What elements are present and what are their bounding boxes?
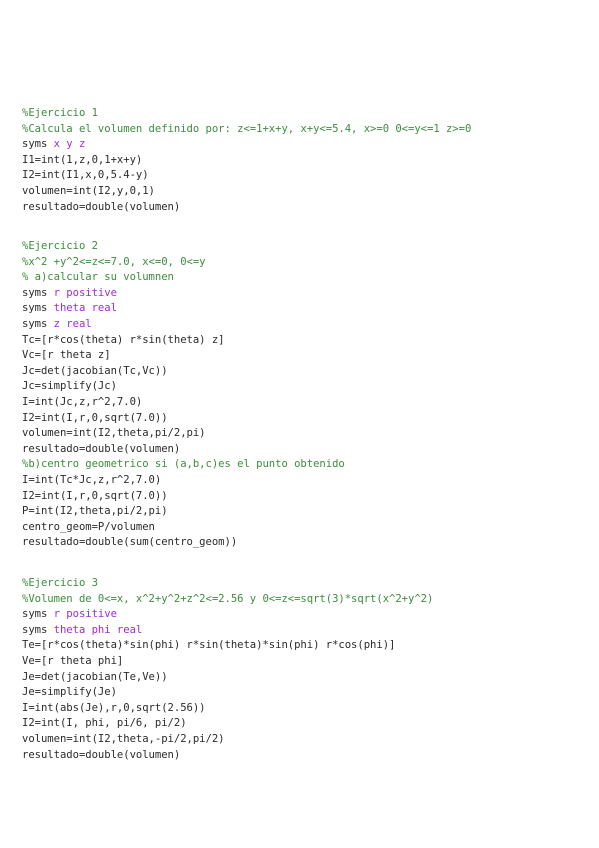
code-line: Te=[r*cos(theta)*sin(phi) r*sin(theta)*s…	[22, 638, 433, 654]
code-text: resultado=double(volumen)	[22, 748, 181, 761]
code-line: %Ejercicio 3	[22, 576, 433, 592]
code-line: % a)calcular su volumnen	[22, 270, 345, 286]
code-text: I2=int(I,r,0,sqrt(7.0))	[22, 411, 168, 424]
code-line: resultado=double(volumen)	[22, 748, 433, 764]
code-text: I2=int(I1,x,0,5.4-y)	[22, 169, 149, 182]
code-line: %x^2 +y^2<=z<=7.0, x<=0, 0<=y	[22, 255, 345, 271]
code-comment: %Calcula el volumen definido por: z<=1+x…	[22, 122, 472, 135]
code-text: Je=simplify(Je)	[22, 686, 117, 699]
code-text: I2=int(I,r,0,sqrt(7.0))	[22, 489, 168, 502]
code-line: %Ejercicio 1	[22, 106, 471, 122]
code-text: syms	[22, 138, 54, 151]
code-symbol: x y z	[53, 138, 86, 151]
code-text: P=int(I2,theta,pi/2,pi)	[22, 505, 168, 518]
code-line: syms theta real	[22, 301, 345, 317]
code-line: I2=int(I,r,0,sqrt(7.0))	[22, 489, 345, 505]
code-text: I2=int(I, phi, pi/6, pi/2)	[22, 717, 187, 730]
code-text: syms	[22, 317, 54, 330]
code-comment: %Ejercicio 2	[22, 240, 98, 252]
code-line: %b)centro geometrico si (a,b,c)es el pun…	[22, 457, 345, 473]
code-text: I=int(Jc,z,r^2,7.0)	[22, 395, 143, 408]
code-line: I2=int(I, phi, pi/6, pi/2)	[22, 716, 433, 732]
code-text: resultado=double(volumen)	[22, 200, 181, 213]
code-line: syms theta phi real	[22, 623, 433, 639]
code-line: Ve=[r theta phi]	[22, 654, 433, 670]
code-line: resultado=double(sum(centro_geom))	[22, 535, 345, 551]
code-text: Je=det(jacobian(Te,Ve))	[22, 670, 168, 683]
code-line: %Ejercicio 2	[22, 239, 345, 255]
code-text: syms	[22, 608, 54, 621]
code-line: Vc=[r theta z]	[22, 348, 345, 364]
code-line: P=int(I2,theta,pi/2,pi)	[22, 504, 345, 520]
code-text: Jc=det(jacobian(Tc,Vc))	[22, 364, 168, 377]
code-line: volumen=int(I2,y,0,1)	[22, 184, 471, 200]
code-symbol: z real	[53, 317, 92, 330]
exercise-1-code: %Ejercicio 1 %Calcula el volumen definido…	[22, 106, 471, 215]
code-text: I=int(Tc*Jc,z,r^2,7.0)	[22, 473, 162, 486]
code-comment: %Ejercicio 1	[22, 107, 98, 119]
code-line: volumen=int(I2,theta,-pi/2,pi/2)	[22, 732, 433, 748]
document-page: %Ejercicio 1 %Calcula el volumen definido…	[0, 0, 599, 848]
code-text: syms	[22, 286, 54, 299]
code-text: Vc=[r theta z]	[22, 349, 111, 362]
exercise-2-code: %Ejercicio 2 %x^2 +y^2<=z<=7.0, x<=0, 0<=…	[22, 239, 345, 551]
code-symbol: theta phi real	[53, 623, 143, 636]
code-text: Ve=[r theta phi]	[22, 654, 124, 667]
code-line: syms r positive	[22, 607, 433, 623]
code-comment: %x^2 +y^2<=z<=7.0, x<=0, 0<=y	[22, 255, 206, 268]
code-comment: %Ejercicio 3	[22, 577, 98, 589]
code-line: volumen=int(I2,theta,pi/2,pi)	[22, 426, 345, 442]
code-line: resultado=double(volumen)	[22, 442, 345, 458]
code-text: I1=int(1,z,0,1+x+y)	[22, 153, 143, 166]
code-text: Te=[r*cos(theta)*sin(phi) r*sin(theta)*s…	[22, 639, 396, 652]
code-line: Jc=det(jacobian(Tc,Vc))	[22, 364, 345, 380]
code-line: I2=int(I,r,0,sqrt(7.0))	[22, 411, 345, 427]
code-text: volumen=int(I2,theta,pi/2,pi)	[22, 427, 206, 440]
code-line: I=int(Jc,z,r^2,7.0)	[22, 395, 345, 411]
code-comment: %b)centro geometrico si (a,b,c)es el pun…	[22, 458, 345, 471]
exercise-3-code: %Ejercicio 3 %Volumen de 0<=x, x^2+y^2+z^…	[22, 576, 433, 763]
code-line: Tc=[r*cos(theta) r*sin(theta) z]	[22, 333, 345, 349]
code-text: volumen=int(I2,theta,-pi/2,pi/2)	[22, 732, 225, 745]
code-line: %Calcula el volumen definido por: z<=1+x…	[22, 122, 471, 138]
code-comment: % a)calcular su volumnen	[22, 271, 174, 284]
code-line: Je=simplify(Je)	[22, 685, 433, 701]
code-text: I=int(abs(Je),r,0,sqrt(2.56))	[22, 701, 206, 714]
code-line: I=int(abs(Je),r,0,sqrt(2.56))	[22, 701, 433, 717]
code-line: I2=int(I1,x,0,5.4-y)	[22, 168, 471, 184]
code-symbol: r positive	[53, 286, 117, 299]
code-line: syms r positive	[22, 286, 345, 302]
code-text: centro_geom=P/volumen	[22, 520, 155, 533]
code-line: I=int(Tc*Jc,z,r^2,7.0)	[22, 473, 345, 489]
code-line: syms x y z	[22, 137, 471, 153]
code-text: resultado=double(volumen)	[22, 442, 181, 455]
code-text: syms	[22, 302, 54, 315]
code-text: Tc=[r*cos(theta) r*sin(theta) z]	[22, 333, 225, 346]
code-text: Jc=simplify(Jc)	[22, 380, 117, 393]
code-text: syms	[22, 623, 54, 636]
code-text: volumen=int(I2,y,0,1)	[22, 184, 155, 197]
code-line: Jc=simplify(Jc)	[22, 379, 345, 395]
code-symbol: theta real	[53, 302, 117, 315]
code-line: centro_geom=P/volumen	[22, 520, 345, 536]
code-line: syms z real	[22, 317, 345, 333]
code-line: Je=det(jacobian(Te,Ve))	[22, 670, 433, 686]
code-line: resultado=double(volumen)	[22, 200, 471, 216]
code-symbol: r positive	[53, 608, 117, 621]
code-text: resultado=double(sum(centro_geom))	[22, 536, 238, 549]
code-comment: %Volumen de 0<=x, x^2+y^2+z^2<=2.56 y 0<…	[22, 592, 434, 605]
code-line: %Volumen de 0<=x, x^2+y^2+z^2<=2.56 y 0<…	[22, 592, 433, 608]
code-line: I1=int(1,z,0,1+x+y)	[22, 153, 471, 169]
